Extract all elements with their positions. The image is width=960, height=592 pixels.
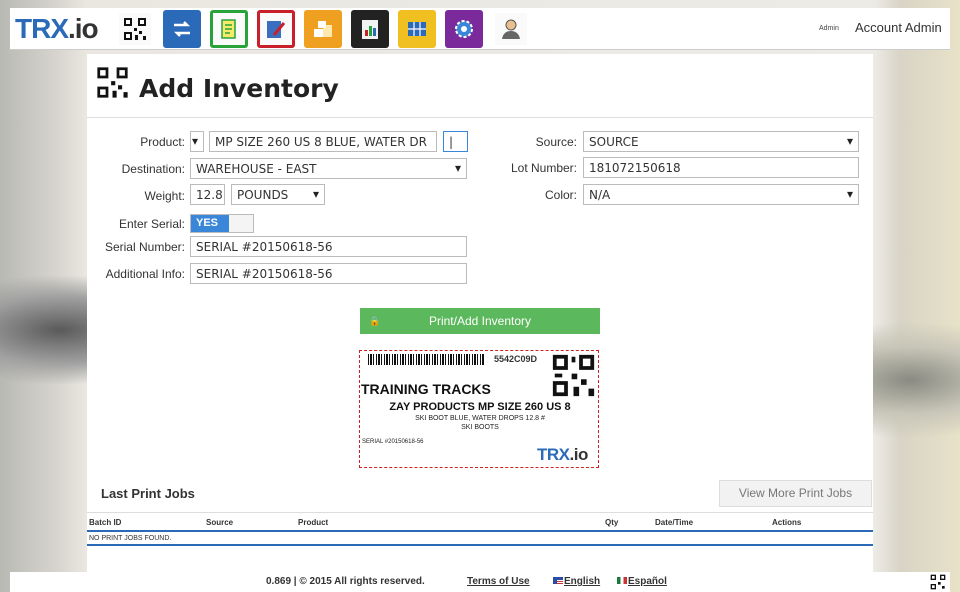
qr-code-icon xyxy=(124,18,146,40)
additional-info-label: Additional Info: xyxy=(105,267,185,281)
weight-field[interactable]: 12.8 xyxy=(190,184,225,205)
nav-clipboard[interactable] xyxy=(351,10,389,48)
clipboard-chart-icon xyxy=(362,20,378,39)
language-spanish[interactable]: Español xyxy=(617,576,667,587)
page-header: Add Inventory xyxy=(87,54,873,118)
quantity-field[interactable]: | xyxy=(443,131,468,152)
serial-number-field[interactable]: SERIAL #20150618-56 xyxy=(190,236,467,257)
account-role: Admin xyxy=(819,25,839,32)
print-jobs-table: Batch ID Source Product Qty Date/Time Ac… xyxy=(87,512,873,546)
print-button-label: Print/Add Inventory xyxy=(428,314,532,328)
product-dropdown-toggle[interactable] xyxy=(190,131,204,152)
nav-documents[interactable] xyxy=(210,10,248,48)
top-nav-bar: TRX.io Admin Account Admin xyxy=(10,8,950,50)
color-select[interactable]: N/A xyxy=(583,184,859,205)
english-link[interactable]: English xyxy=(564,576,600,587)
nav-reports[interactable] xyxy=(257,10,295,48)
enter-serial-label: Enter Serial: xyxy=(118,217,185,231)
column-header[interactable]: Date/Time xyxy=(655,518,693,527)
nav-inventory[interactable] xyxy=(398,10,436,48)
table-header: Batch ID Source Product Qty Date/Time Ac… xyxy=(87,513,873,532)
transfer-arrows-icon xyxy=(173,21,191,37)
label-logo: TRX.io xyxy=(537,445,588,465)
spanish-link[interactable]: Español xyxy=(628,576,667,587)
print-jobs-title: Last Print Jobs xyxy=(101,486,195,501)
barcode-graphic xyxy=(368,354,484,365)
view-more-print-jobs-button[interactable]: View More Print Jobs xyxy=(719,480,872,507)
qr-code-icon xyxy=(552,354,595,397)
product-label: Product: xyxy=(140,135,185,149)
label-code: 5542C09D xyxy=(494,354,538,364)
additional-info-field[interactable]: SERIAL #20150618-56 xyxy=(190,263,467,284)
logo-suffix: .io xyxy=(68,13,99,44)
product-field[interactable]: MP SIZE 260 US 8 BLUE, WATER DR xyxy=(209,131,437,152)
serial-number-label: Serial Number: xyxy=(104,240,185,254)
lot-number-label: Lot Number: xyxy=(510,161,577,175)
edit-report-icon xyxy=(267,21,286,38)
lock-icon: 🔒 xyxy=(369,316,381,326)
lot-number-field[interactable]: 181072150618 xyxy=(583,157,859,178)
weight-label: Weight: xyxy=(144,189,185,203)
weight-unit-select[interactable]: POUNDS xyxy=(231,184,325,205)
nav-qr-code[interactable] xyxy=(116,10,154,48)
settings-gear-icon xyxy=(455,20,473,38)
source-label: Source: xyxy=(535,135,577,149)
qr-code-icon xyxy=(97,67,128,98)
module-nav xyxy=(116,10,530,48)
destination-select[interactable]: WAREHOUSE - EAST xyxy=(190,158,467,179)
label-serial: SERIAL #20150618-56 xyxy=(362,439,424,445)
user-account-icon xyxy=(502,19,520,39)
document-icon xyxy=(221,19,236,39)
toggle-state: YES xyxy=(191,215,229,232)
label-preview: 5542C09D TRAINING TRACKS ZAY PRODUCTS MP… xyxy=(359,350,599,468)
destination-label: Destination: xyxy=(121,162,185,176)
footer: 0.869 | © 2015 All rights reserved. Term… xyxy=(10,572,950,592)
label-desc-line1: SKI BOOT BLUE, WATER DROPS 12.8 # xyxy=(415,415,545,422)
us-flag-icon xyxy=(553,577,563,584)
source-select[interactable]: SOURCE xyxy=(583,131,859,152)
nav-boxes[interactable] xyxy=(304,10,342,48)
label-logo-text: TRX xyxy=(537,445,570,464)
label-description: SKI BOOT BLUE, WATER DROPS 12.8 # SKI BO… xyxy=(360,414,600,432)
empty-table-message: NO PRINT JOBS FOUND. xyxy=(87,532,873,546)
label-logo-suffix: .io xyxy=(569,445,589,464)
app-logo[interactable]: TRX.io xyxy=(15,11,99,47)
mexico-flag-icon xyxy=(617,577,627,584)
nav-settings[interactable] xyxy=(445,10,483,48)
qr-code-icon[interactable] xyxy=(930,574,946,590)
column-header[interactable]: Batch ID xyxy=(89,518,121,527)
logo-text: TRX xyxy=(15,13,69,44)
column-header[interactable]: Source xyxy=(206,518,233,527)
boxes-icon xyxy=(314,21,332,37)
nav-transfer[interactable] xyxy=(163,10,201,48)
nav-user[interactable] xyxy=(492,10,530,48)
account-menu[interactable]: Account Admin xyxy=(855,20,942,35)
language-english[interactable]: English xyxy=(553,576,600,587)
column-header[interactable]: Actions xyxy=(772,518,801,527)
copyright-text: 0.869 | © 2015 All rights reserved. xyxy=(266,576,425,587)
label-desc-line2: SKI BOOTS xyxy=(461,424,499,431)
print-add-inventory-button[interactable]: 🔒 Print/Add Inventory xyxy=(360,308,600,334)
column-header[interactable]: Qty xyxy=(605,518,618,527)
label-product: ZAY PRODUCTS MP SIZE 260 US 8 xyxy=(389,401,571,413)
main-panel: Add Inventory Product: MP SIZE 260 US 8 … xyxy=(87,54,873,572)
enter-serial-toggle[interactable]: YES xyxy=(190,214,254,233)
terms-of-use-link[interactable]: Terms of Use xyxy=(467,576,530,587)
label-brand: TRAINING TRACKS xyxy=(361,381,491,397)
color-label: Color: xyxy=(544,188,577,202)
page-title: Add Inventory xyxy=(139,74,339,103)
column-header[interactable]: Product xyxy=(298,518,328,527)
inventory-grid-icon xyxy=(408,22,426,36)
